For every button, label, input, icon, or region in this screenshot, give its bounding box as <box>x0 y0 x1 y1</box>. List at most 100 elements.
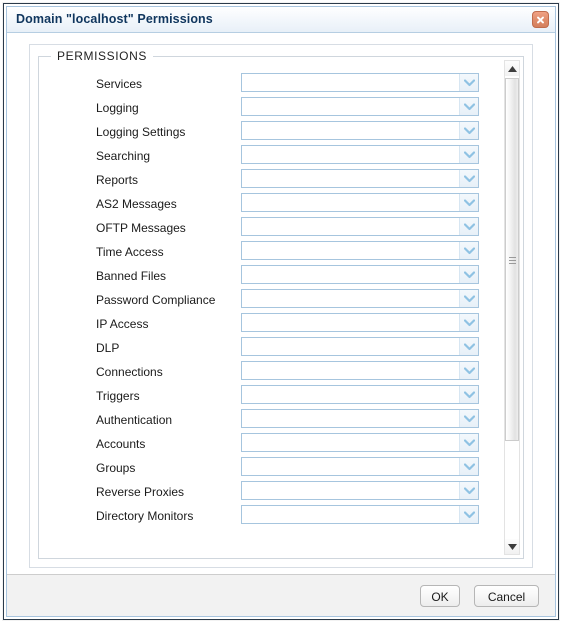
permission-dropdown[interactable] <box>241 505 479 524</box>
permission-label: Time Access <box>96 245 164 259</box>
permission-dropdown[interactable] <box>241 481 479 500</box>
chevron-down-glyph <box>464 271 475 279</box>
permissions-scroll-viewport: Services Logging Logging Settings Searching… <box>39 71 523 558</box>
scroll-down-arrow-glyph <box>508 544 517 550</box>
chevron-down-glyph <box>464 295 475 303</box>
permission-dropdown[interactable] <box>241 289 479 308</box>
permission-label: Logging <box>96 101 139 115</box>
chevron-down-icon[interactable] <box>459 290 478 307</box>
permission-label: Logging Settings <box>96 125 186 139</box>
chevron-down-glyph <box>464 319 475 327</box>
chevron-down-icon[interactable] <box>459 146 478 163</box>
permission-row: Reverse Proxies <box>39 481 507 505</box>
scroll-up-arrow-icon[interactable] <box>505 61 519 76</box>
permission-dropdown[interactable] <box>241 433 479 452</box>
scroll-up-arrow-glyph <box>508 66 517 72</box>
permission-dropdown[interactable] <box>241 217 479 236</box>
permission-dropdown[interactable] <box>241 337 479 356</box>
dialog-title-bar: Domain "localhost" Permissions <box>7 7 555 33</box>
permission-label: Authentication <box>96 413 173 427</box>
chevron-down-icon[interactable] <box>459 170 478 187</box>
permission-row: Connections <box>39 361 507 385</box>
permission-row: Logging <box>39 97 507 121</box>
permission-row: Reports <box>39 169 507 193</box>
permissions-scrollbar[interactable] <box>504 60 520 555</box>
chevron-down-icon[interactable] <box>459 266 478 283</box>
chevron-down-glyph <box>464 247 475 255</box>
permission-label: Password Compliance <box>96 293 216 307</box>
chevron-down-glyph <box>464 391 475 399</box>
chevron-down-icon[interactable] <box>459 506 478 523</box>
scroll-down-arrow-icon[interactable] <box>505 539 519 554</box>
permission-label: Triggers <box>96 389 140 403</box>
chevron-down-icon[interactable] <box>459 410 478 427</box>
permission-dropdown[interactable] <box>241 121 479 140</box>
chevron-down-icon[interactable] <box>459 218 478 235</box>
chevron-down-icon[interactable] <box>459 74 478 91</box>
permission-label: AS2 Messages <box>96 197 177 211</box>
permission-dropdown[interactable] <box>241 97 479 116</box>
dialog-inner-frame: Domain "localhost" Permissions PERMISSIO… <box>6 6 556 617</box>
permission-dropdown[interactable] <box>241 145 479 164</box>
permission-row: Logging Settings <box>39 121 507 145</box>
permission-row: Directory Monitors <box>39 505 507 529</box>
permission-label: Directory Monitors <box>96 509 194 523</box>
permissions-legend: PERMISSIONS <box>51 49 153 63</box>
permission-row: DLP <box>39 337 507 361</box>
permission-dropdown[interactable] <box>241 361 479 380</box>
scrollbar-thumb[interactable] <box>505 78 519 441</box>
permission-label: Reverse Proxies <box>96 485 185 499</box>
permission-dropdown[interactable] <box>241 73 479 92</box>
chevron-down-icon[interactable] <box>459 242 478 259</box>
dialog-title: Domain "localhost" Permissions <box>16 12 213 26</box>
permission-label: Connections <box>96 365 163 379</box>
chevron-down-icon[interactable] <box>459 362 478 379</box>
chevron-down-glyph <box>464 175 475 183</box>
permission-row: Accounts <box>39 433 507 457</box>
chevron-down-icon[interactable] <box>459 386 478 403</box>
permissions-fieldset: PERMISSIONS Services Logging Logging Setti… <box>38 49 524 559</box>
permission-dropdown[interactable] <box>241 265 479 284</box>
permission-label: Services <box>96 77 143 91</box>
permission-label: Accounts <box>96 437 146 451</box>
permission-dropdown[interactable] <box>241 169 479 188</box>
permission-dropdown[interactable] <box>241 313 479 332</box>
permission-row: AS2 Messages <box>39 193 507 217</box>
chevron-down-icon[interactable] <box>459 194 478 211</box>
permission-label: Groups <box>96 461 136 475</box>
chevron-down-icon[interactable] <box>459 338 478 355</box>
permission-row: Time Access <box>39 241 507 265</box>
permission-label: OFTP Messages <box>96 221 186 235</box>
permission-dropdown[interactable] <box>241 409 479 428</box>
chevron-down-icon[interactable] <box>459 458 478 475</box>
scrollbar-track[interactable] <box>505 76 519 539</box>
permissions-dialog-window: Domain "localhost" Permissions PERMISSIO… <box>3 3 559 620</box>
ok-button[interactable]: OK <box>420 585 460 607</box>
chevron-down-glyph <box>464 199 475 207</box>
permission-row: Groups <box>39 457 507 481</box>
chevron-down-icon[interactable] <box>459 314 478 331</box>
permission-row: OFTP Messages <box>39 217 507 241</box>
permission-row: Authentication <box>39 409 507 433</box>
chevron-down-glyph <box>464 487 475 495</box>
permission-dropdown[interactable] <box>241 457 479 476</box>
chevron-down-icon[interactable] <box>459 434 478 451</box>
permission-row: Searching <box>39 145 507 169</box>
chevron-down-icon[interactable] <box>459 98 478 115</box>
permission-dropdown[interactable] <box>241 193 479 212</box>
permission-row: Services <box>39 73 507 97</box>
chevron-down-icon[interactable] <box>459 122 478 139</box>
dialog-footer: OK Cancel <box>7 574 555 616</box>
close-icon[interactable] <box>532 11 549 28</box>
scrollbar-grip-icon <box>509 257 516 264</box>
permission-dropdown[interactable] <box>241 385 479 404</box>
chevron-down-glyph <box>464 151 475 159</box>
cancel-button[interactable]: Cancel <box>474 585 539 607</box>
permission-label: Banned Files <box>96 269 167 283</box>
permission-dropdown[interactable] <box>241 241 479 260</box>
permission-row: IP Access <box>39 313 507 337</box>
permission-label: IP Access <box>96 317 149 331</box>
chevron-down-icon[interactable] <box>459 482 478 499</box>
permission-label: Searching <box>96 149 151 163</box>
chevron-down-glyph <box>464 463 475 471</box>
